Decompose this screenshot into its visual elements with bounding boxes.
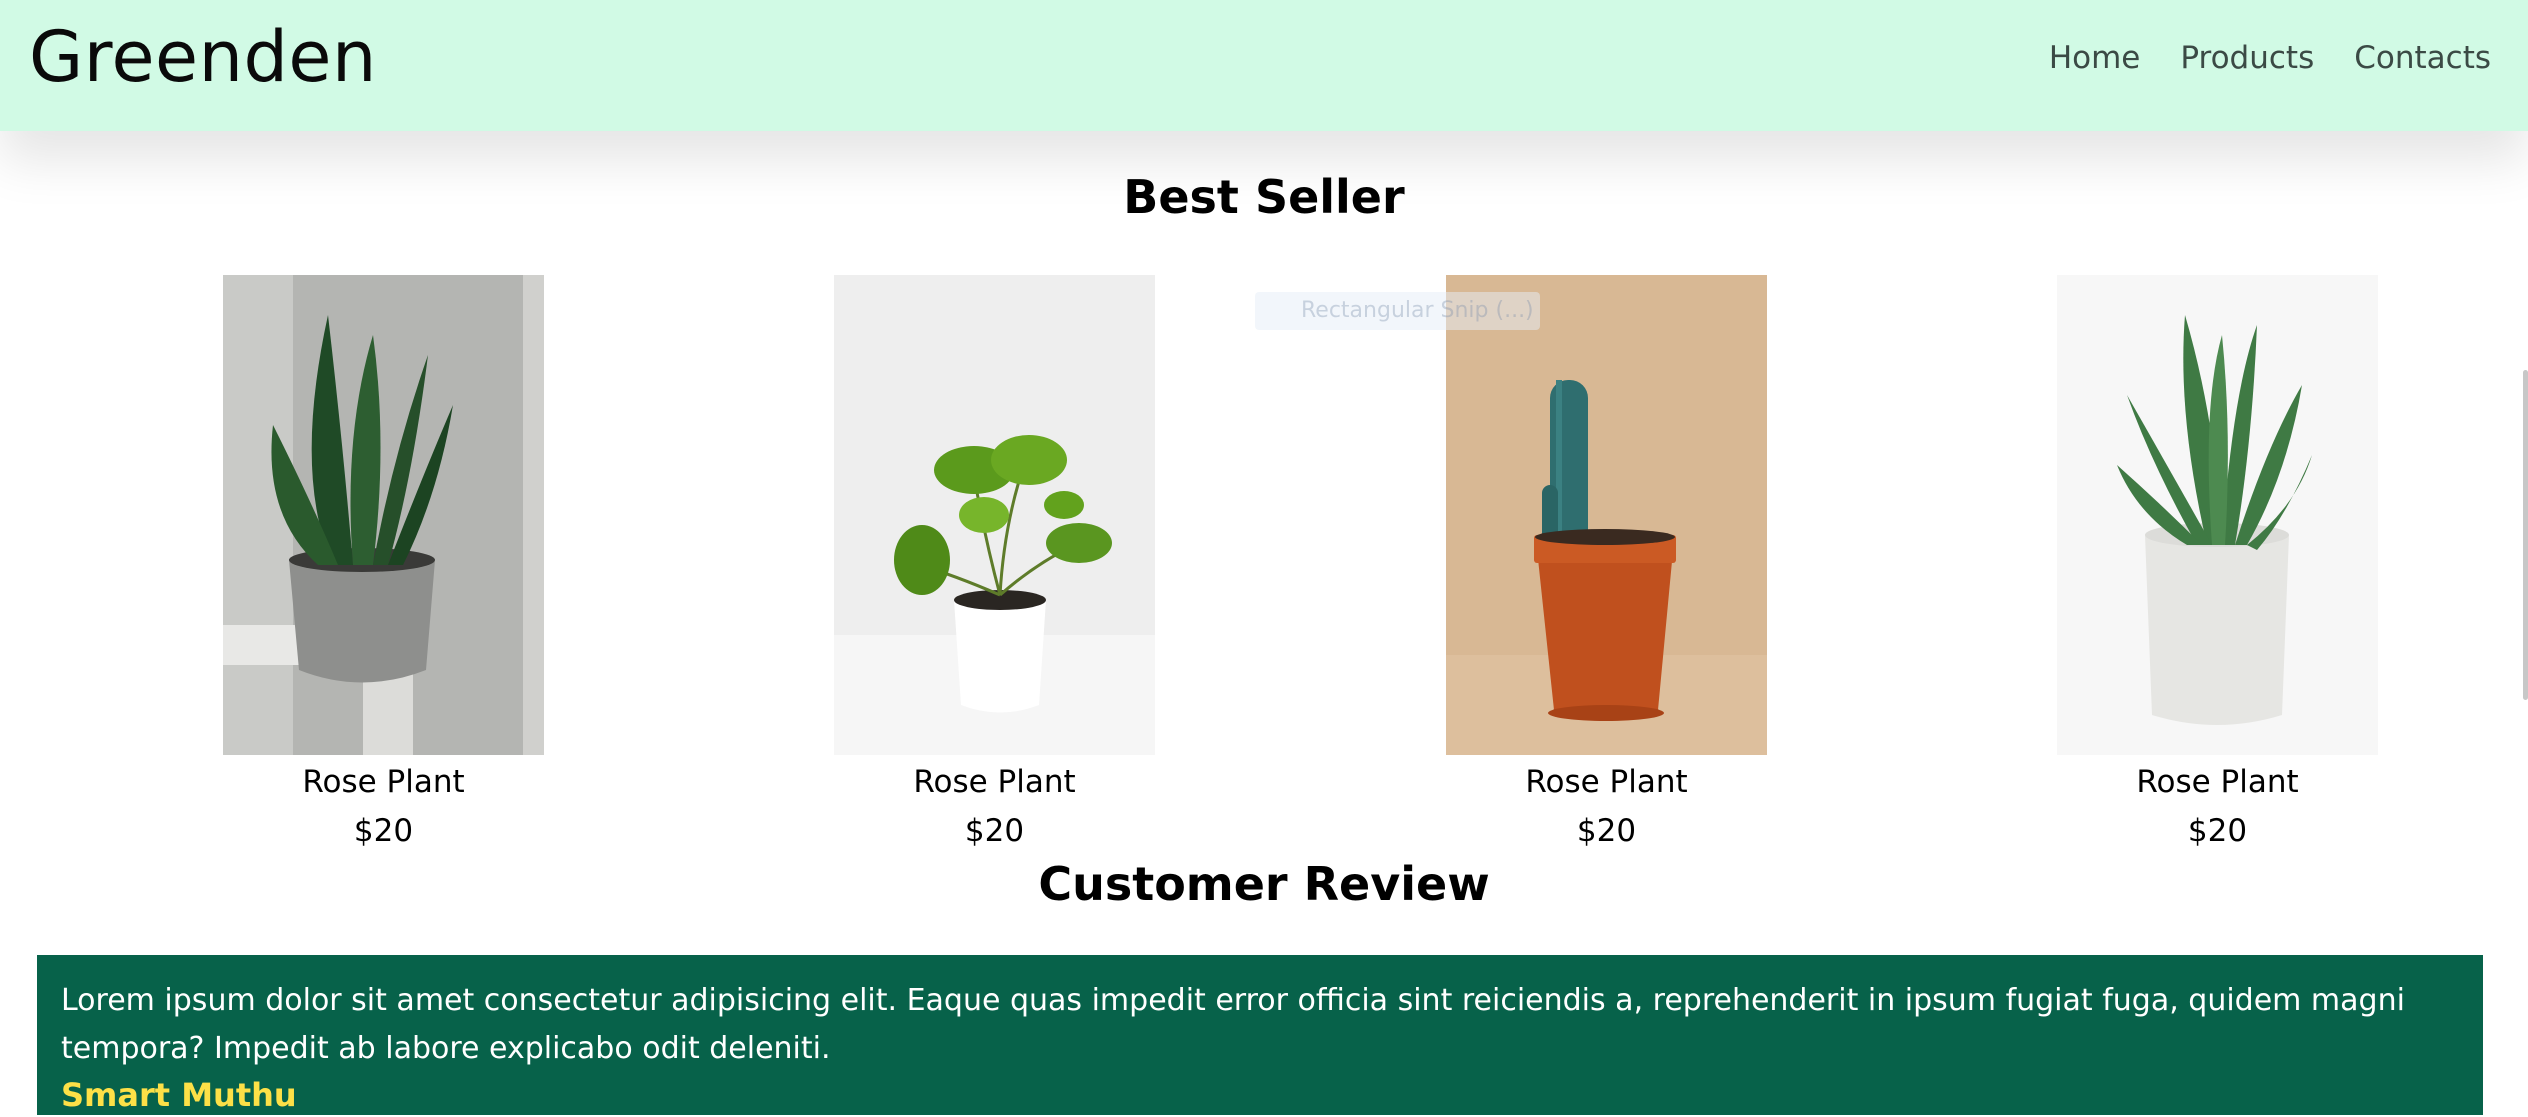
product-name: Rose Plant bbox=[913, 764, 1076, 800]
pilea-plant-image bbox=[834, 275, 1155, 755]
product-name: Rose Plant bbox=[302, 764, 465, 800]
best-seller-title: Best Seller bbox=[1123, 170, 1405, 224]
product-card[interactable]: Rose Plant $20 bbox=[1446, 275, 1767, 851]
snip-tooltip: Rectangular Snip (...) bbox=[1255, 292, 1540, 330]
customer-review-title: Customer Review bbox=[1038, 857, 1490, 911]
nav-home-link[interactable]: Home bbox=[2049, 40, 2141, 76]
navbar: Greenden Home Products Contacts bbox=[0, 0, 2528, 131]
review-card: Lorem ipsum dolor sit amet consectetur a… bbox=[37, 955, 2483, 1115]
product-price: $20 bbox=[964, 813, 1025, 849]
product-price: $20 bbox=[353, 813, 414, 849]
snake-plant-image bbox=[223, 275, 544, 755]
product-name: Rose Plant bbox=[2136, 764, 2299, 800]
review-author: Smart Muthu bbox=[61, 1076, 297, 1114]
nav-links: Home Products Contacts bbox=[2049, 40, 2491, 76]
product-name: Rose Plant bbox=[1525, 764, 1688, 800]
nav-contacts-link[interactable]: Contacts bbox=[2354, 40, 2491, 76]
product-price: $20 bbox=[2187, 813, 2248, 849]
product-card[interactable]: Rose Plant $20 bbox=[2057, 275, 2378, 851]
product-card[interactable]: Rose Plant $20 bbox=[834, 275, 1155, 851]
cactus-image bbox=[1446, 275, 1767, 755]
product-price: $20 bbox=[1576, 813, 1637, 849]
review-text: Lorem ipsum dolor sit amet consectetur a… bbox=[61, 983, 2405, 1066]
nav-products-link[interactable]: Products bbox=[2180, 40, 2314, 76]
brand-logo[interactable]: Greenden bbox=[29, 16, 377, 98]
scrollbar[interactable] bbox=[2523, 370, 2528, 700]
product-card[interactable]: Rose Plant $20 bbox=[223, 275, 544, 851]
aloe-plant-image bbox=[2057, 275, 2378, 755]
